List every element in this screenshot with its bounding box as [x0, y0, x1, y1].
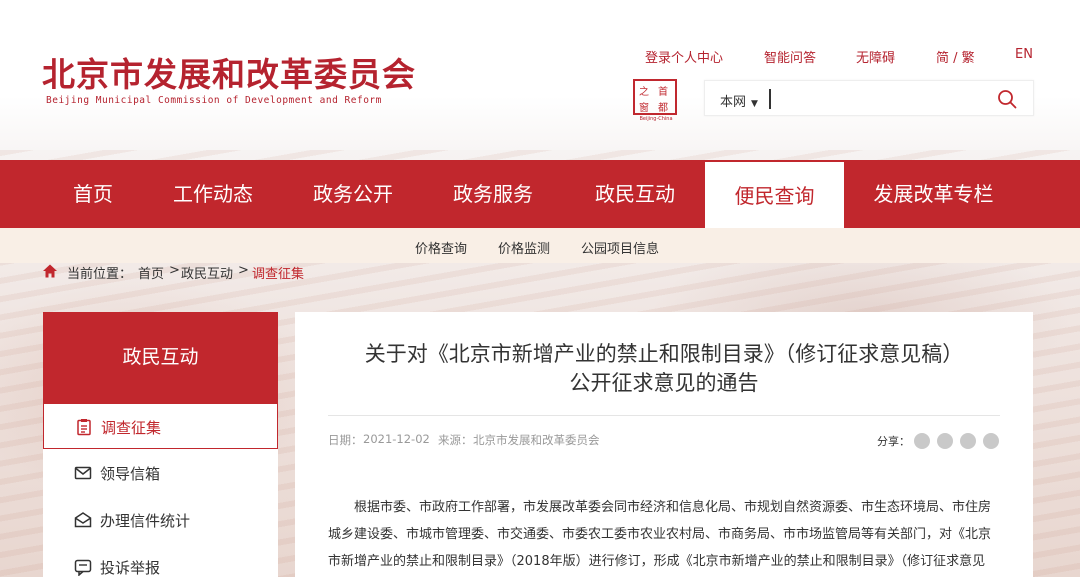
- sidebar-item-label: 领导信箱: [100, 465, 161, 483]
- weibo-share-icon[interactable]: [937, 433, 953, 449]
- chat-icon: [74, 559, 92, 576]
- capital-window-seal-logo[interactable]: 首 都 之 窗 Beijing-China: [633, 79, 679, 125]
- search-box: 本网 ▼: [704, 80, 1034, 116]
- seal-char: 首: [658, 87, 668, 98]
- login-link[interactable]: 登录个人中心: [645, 47, 723, 66]
- source-label: 来源：: [438, 433, 473, 447]
- breadcrumb-label: 当前位置：: [67, 267, 133, 282]
- nav-reform-column[interactable]: 发展改革专栏: [862, 160, 1005, 228]
- nav-interaction[interactable]: 政民互动: [585, 160, 685, 228]
- breadcrumb-current: 调查征集: [252, 267, 305, 282]
- breadcrumb-interaction[interactable]: 政民互动: [181, 263, 233, 282]
- sidebar-title: 政民互动: [43, 312, 278, 403]
- smart-qa-link[interactable]: 智能问答: [764, 47, 816, 66]
- sidebar-menu: 调查征集 领导信箱 办理信件统计 投诉举报: [43, 403, 278, 577]
- mail-icon: [74, 466, 92, 480]
- nav-gov-services[interactable]: 政务服务: [443, 160, 543, 228]
- article-panel: 关于对《北京市新增产业的禁止和限制目录》（修订征求意见稿） 公开征求意见的通告 …: [295, 312, 1033, 577]
- breadcrumb-separator: >: [238, 263, 249, 278]
- caret-down-icon: ▼: [751, 99, 758, 109]
- qq-share-icon[interactable]: [960, 433, 976, 449]
- main-nav: 首页 工作动态 政务公开 政务服务 政民互动 便民查询 发展改革专栏: [0, 160, 1080, 228]
- seal-caption: Beijing-China: [639, 116, 673, 122]
- wechat-share-icon[interactable]: [914, 433, 930, 449]
- nav-work-news[interactable]: 工作动态: [163, 160, 263, 228]
- subnav-price-monitor[interactable]: 价格监测: [498, 238, 550, 257]
- sidebar-item-survey[interactable]: 调查征集: [43, 403, 278, 449]
- share-label: 分享：: [877, 435, 910, 448]
- search-scope-label: 本网: [720, 95, 747, 110]
- seal-char: 窗: [639, 103, 649, 114]
- article-title: 关于对《北京市新增产业的禁止和限制目录》（修订征求意见稿） 公开征求意见的通告: [295, 340, 1033, 398]
- nav-home[interactable]: 首页: [43, 160, 143, 228]
- article-body: 根据市委、市政府工作部署，市发展改革委会同市经济和信息化局、市规划自然资源委、市…: [328, 500, 992, 569]
- mail-stats-icon: [74, 512, 92, 528]
- language-toggle-link[interactable]: 简 / 繁: [936, 47, 975, 66]
- site-subtitle: Beijing Municipal Commission of Developm…: [46, 95, 382, 106]
- sidebar-item-letter-stats[interactable]: 办理信件统计: [43, 497, 278, 543]
- clipboard-icon: [77, 419, 91, 436]
- subnav-price-query[interactable]: 价格查询: [415, 238, 467, 257]
- home-icon: [43, 264, 57, 278]
- seal-frame: 首 都 之 窗: [633, 79, 677, 115]
- article-title-line1: 关于对《北京市新增产业的禁止和限制目录》（修订征求意见稿）: [364, 342, 964, 366]
- title-divider: [328, 415, 1000, 416]
- seal-char: 之: [639, 87, 649, 98]
- breadcrumb-separator: >: [169, 263, 180, 278]
- sub-nav: 价格查询 价格监测 公园项目信息: [0, 228, 1080, 263]
- accessibility-link[interactable]: 无障碍: [856, 47, 895, 66]
- search-input[interactable]: [769, 89, 989, 109]
- subnav-park-project[interactable]: 公园项目信息: [581, 238, 659, 257]
- nav-gov-affairs[interactable]: 政务公开: [303, 160, 403, 228]
- sidebar-item-complaint[interactable]: 投诉举报: [43, 544, 278, 577]
- sidebar-item-leader-mailbox[interactable]: 领导信箱: [43, 450, 278, 496]
- sidebar-item-label: 办理信件统计: [100, 512, 191, 530]
- article-title-line2: 公开征求意见的通告: [569, 371, 759, 395]
- article-date: 2021-12-02: [363, 432, 430, 446]
- article-source: 北京市发展和改革委员会: [473, 433, 600, 447]
- search-icon[interactable]: [997, 89, 1017, 109]
- sidebar-item-label: 调查征集: [101, 419, 162, 437]
- english-link[interactable]: EN: [1015, 47, 1033, 62]
- nav-public-query[interactable]: 便民查询: [705, 160, 844, 228]
- date-label: 日期：: [328, 433, 363, 447]
- breadcrumb-home[interactable]: 首页: [138, 263, 164, 282]
- favorite-share-icon[interactable]: [983, 433, 999, 449]
- search-scope-dropdown[interactable]: 本网 ▼: [720, 91, 758, 110]
- sidebar-item-label: 投诉举报: [100, 559, 161, 577]
- site-title[interactable]: 北京市发展和改革委员会: [42, 48, 416, 96]
- seal-char: 都: [658, 103, 668, 114]
